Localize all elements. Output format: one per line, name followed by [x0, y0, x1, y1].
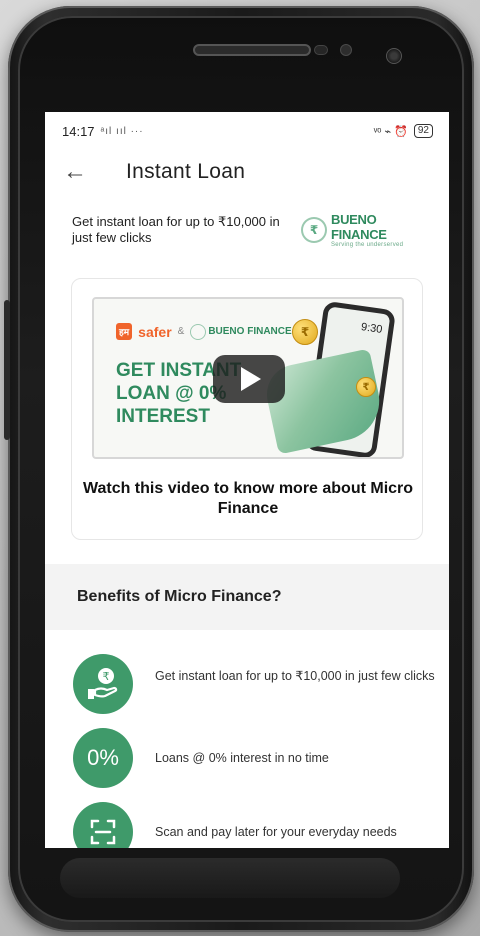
phone-sensor — [340, 44, 352, 56]
intro-section: Get instant loan for up to ₹10,000 in ju… — [45, 208, 449, 252]
safer-logo-text: safer — [138, 323, 172, 340]
video-thumbnail[interactable]: हम safer & BUENO FINANCE GET INSTANT LOA… — [92, 297, 404, 459]
thumb-bueno-text: BUENO FINANCE — [208, 326, 292, 337]
bueno-logo-icon: ₹ — [301, 217, 327, 243]
bueno-logo-icon — [190, 323, 207, 340]
ampersand: & — [177, 326, 185, 337]
brand-tagline: Serving the underserved — [331, 242, 404, 248]
video-card[interactable]: हम safer & BUENO FINANCE GET INSTANT LOA… — [71, 278, 423, 540]
battery-icon: 92 — [413, 124, 433, 138]
benefit-item: 0% Loans @ 0% interest in no time — [45, 726, 449, 790]
page-title: Instant Loan — [126, 160, 246, 183]
brand-name: BUENO FINANCE — [331, 212, 387, 242]
signal-icon: ᵃıl ııl ··· — [100, 125, 144, 137]
benefit-text: Get instant loan for up to ₹10,000 in ju… — [155, 669, 435, 683]
phone-chin — [60, 858, 400, 898]
thumb-bueno-logo: BUENO FINANCE — [190, 323, 292, 340]
phone-speaker — [193, 44, 311, 56]
status-bar: 14:17 ᵃıl ııl ··· ᵛᵒ ⌁ ⏰ 92 — [45, 112, 449, 150]
status-icons: ᵛᵒ ⌁ ⏰ — [373, 125, 408, 138]
percent-icon: 0% — [73, 728, 133, 788]
arrow-left-icon: ← — [63, 158, 87, 185]
benefit-text: Scan and pay later for your everyday nee… — [155, 825, 397, 839]
phone-sensor — [314, 45, 328, 55]
coin-icon: ₹ — [292, 319, 318, 345]
thumbnail-logos: हम safer & BUENO FINANCE — [116, 323, 292, 340]
hand-rupee-icon: ₹ — [73, 654, 133, 714]
benefits-title: Benefits of Micro Finance? — [45, 564, 449, 630]
bueno-finance-logo: ₹ BUENO FINANCE Serving the underserved — [301, 212, 435, 248]
coin-icon: ₹ — [356, 377, 376, 397]
back-button[interactable]: ← — [45, 150, 105, 194]
play-button[interactable] — [213, 355, 285, 403]
svg-text:₹: ₹ — [103, 670, 110, 683]
app-screen: 14:17 ᵃıl ııl ··· ᵛᵒ ⌁ ⏰ 92 ← Instant Lo… — [45, 112, 449, 848]
front-camera — [386, 48, 402, 64]
benefit-item: Scan and pay later for your everyday nee… — [45, 800, 449, 848]
safer-badge: हम — [116, 323, 133, 340]
video-caption: Watch this video to know more about Micr… — [82, 480, 414, 517]
play-icon — [241, 367, 261, 391]
status-time: 14:17 — [62, 123, 95, 139]
benefit-item: ₹ Get instant loan for up to ₹10,000 in … — [45, 652, 449, 716]
intro-text: Get instant loan for up to ₹10,000 in ju… — [72, 214, 280, 245]
illustration-time: 9:30 — [360, 321, 384, 336]
scan-icon — [73, 802, 133, 848]
app-bar: ← Instant Loan — [45, 150, 449, 194]
benefit-text: Loans @ 0% interest in no time — [155, 751, 329, 765]
phone-side-button — [4, 300, 10, 440]
